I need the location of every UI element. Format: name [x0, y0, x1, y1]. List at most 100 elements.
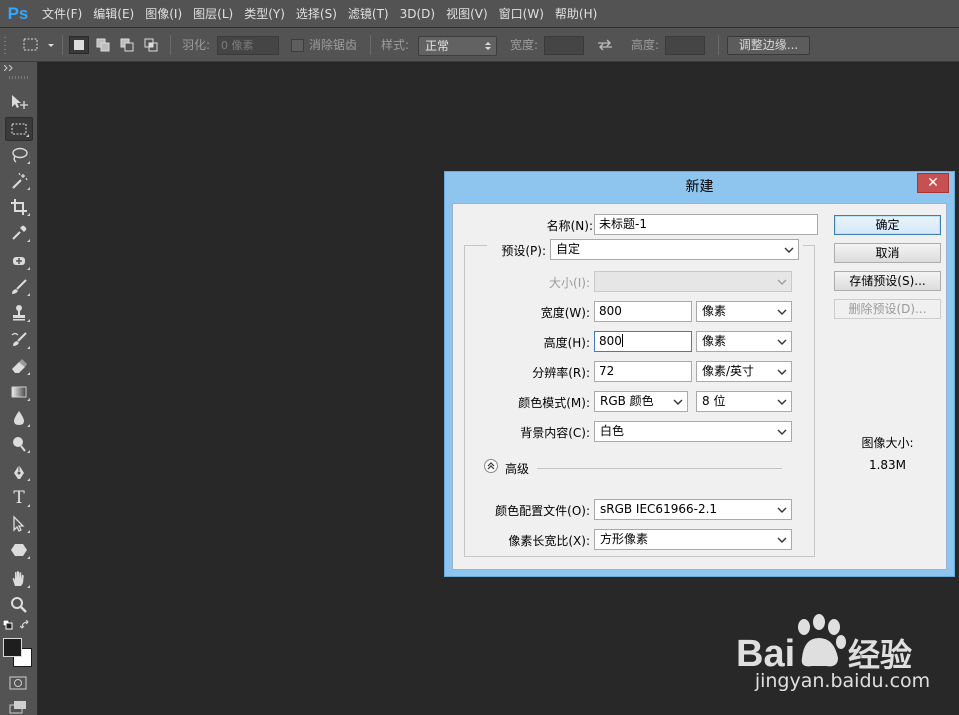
separator	[370, 35, 371, 55]
background-select[interactable]: 白色	[594, 421, 792, 442]
color-mode-select[interactable]: RGB 颜色	[594, 391, 688, 412]
style-select[interactable]: 正常	[418, 36, 497, 56]
history-brush-tool[interactable]	[5, 328, 33, 352]
chevron-up-icon	[487, 462, 495, 470]
menu-window[interactable]: 窗口(W)	[493, 0, 549, 28]
marquee-tool[interactable]	[5, 117, 33, 141]
save-preset-button[interactable]: 存储预设(S)...	[834, 271, 941, 291]
advanced-label: 高级	[505, 462, 530, 476]
lasso-tool[interactable]	[5, 143, 33, 167]
zoom-tool[interactable]	[5, 593, 33, 617]
svg-text:Bai: Bai	[736, 633, 795, 675]
menu-help[interactable]: 帮助(H)	[549, 0, 602, 28]
dropdown-arrow-icon	[784, 247, 794, 253]
eyedropper-tool-icon	[12, 225, 27, 240]
dropdown-arrow-icon	[777, 339, 787, 345]
path-selection-tool[interactable]	[5, 512, 33, 536]
default-colors-icon[interactable]	[3, 620, 13, 630]
new-selection-button[interactable]	[69, 36, 89, 54]
ok-button[interactable]: 确定	[834, 215, 941, 235]
height-unit-select[interactable]: 像素	[696, 331, 792, 352]
size-select[interactable]	[594, 271, 792, 292]
width-input[interactable]	[544, 36, 584, 55]
photoshop-logo: Ps	[7, 3, 29, 23]
color-mode-value: RGB 颜色	[600, 394, 654, 408]
height-value: 800	[599, 334, 622, 348]
menu-file[interactable]: 文件(F)	[36, 0, 87, 28]
tools-panel: T	[0, 62, 38, 715]
hand-tool[interactable]	[5, 567, 33, 591]
width-unit-select[interactable]: 像素	[696, 301, 792, 322]
foreground-color-swatch[interactable]	[3, 638, 22, 657]
subtract-selection-icon	[120, 38, 134, 52]
quick-mask-icon[interactable]	[9, 676, 27, 690]
gradient-tool[interactable]	[5, 380, 33, 404]
add-selection-button[interactable]	[93, 36, 113, 54]
menu-layer[interactable]: 图层(L)	[187, 0, 238, 28]
antialias-checkbox[interactable]	[291, 39, 304, 52]
dodge-tool-icon	[13, 437, 26, 452]
subtract-selection-button[interactable]	[117, 36, 137, 54]
dropdown-arrow-icon	[777, 279, 787, 285]
menu-filter[interactable]: 滤镜(T)	[342, 0, 394, 28]
close-button[interactable]: ✕	[917, 173, 949, 193]
feather-input[interactable]: 0 像素	[217, 36, 279, 55]
blur-tool[interactable]	[5, 406, 33, 430]
menu-type[interactable]: 类型(Y)	[238, 0, 290, 28]
height-input[interactable]	[665, 36, 705, 55]
dropdown-arrow-icon	[673, 399, 683, 405]
magic-wand-tool[interactable]	[5, 169, 33, 193]
tool-preset-picker[interactable]	[22, 28, 58, 62]
menu-edit[interactable]: 编辑(E)	[87, 0, 139, 28]
cancel-button[interactable]: 取消	[834, 243, 941, 263]
options-bar-grip[interactable]	[4, 28, 10, 62]
options-bar: 羽化: 0 像素 消除锯齿 样式: 正常 宽度: 高度: 调整边缘...	[0, 28, 959, 62]
history-brush-tool-icon	[11, 332, 27, 346]
brush-tool[interactable]	[5, 275, 33, 299]
shape-tool[interactable]	[5, 538, 33, 562]
refine-edge-button[interactable]: 调整边缘...	[727, 36, 810, 55]
watermark-url: jingyan.baidu.com	[754, 670, 931, 692]
screen-mode-icon[interactable]	[9, 700, 27, 714]
baidu-watermark: Bai 经验 jingyan.baidu.com	[730, 608, 955, 708]
width-input[interactable]: 800	[594, 301, 692, 322]
move-tool-icon	[12, 95, 28, 109]
name-input[interactable]: 未标题-1	[594, 214, 818, 235]
delete-preset-button[interactable]: 删除预设(D)...	[834, 299, 941, 319]
type-tool-icon: T	[13, 488, 25, 508]
name-label: 名称(N):	[546, 219, 593, 233]
healing-brush-tool[interactable]	[5, 249, 33, 273]
clone-stamp-tool[interactable]	[5, 301, 33, 325]
resolution-unit-select[interactable]: 像素/英寸	[696, 361, 792, 382]
bit-depth-select[interactable]: 8 位	[696, 391, 792, 412]
eyedropper-tool[interactable]	[5, 221, 33, 245]
height-input[interactable]: 800	[594, 331, 692, 352]
collapse-arrows-icon[interactable]	[4, 65, 16, 71]
dropdown-arrow-icon	[777, 537, 787, 543]
preset-label: 预设(P):	[501, 244, 546, 258]
menu-select[interactable]: 选择(S)	[290, 0, 342, 28]
color-profile-select[interactable]: sRGB IEC61966-2.1	[594, 499, 792, 520]
pixel-aspect-select[interactable]: 方形像素	[594, 529, 792, 550]
height-unit-value: 像素	[702, 334, 727, 348]
dodge-tool[interactable]	[5, 432, 33, 456]
intersect-selection-icon	[144, 38, 158, 52]
hand-tool-icon	[12, 571, 24, 586]
menu-image[interactable]: 图像(I)	[139, 0, 187, 28]
resolution-input[interactable]: 72	[594, 361, 692, 382]
menu-view[interactable]: 视图(V)	[440, 0, 493, 28]
panel-grip-icon[interactable]	[9, 76, 29, 80]
preset-select[interactable]: 自定	[550, 239, 799, 260]
swap-colors-icon[interactable]	[20, 620, 31, 630]
swap-dimensions-button[interactable]	[596, 28, 616, 62]
svg-text:经验: 经验	[848, 636, 912, 674]
crop-tool[interactable]	[5, 195, 33, 219]
preset-select-value: 自定	[556, 242, 581, 256]
eraser-tool[interactable]	[5, 354, 33, 378]
move-tool[interactable]	[5, 90, 33, 114]
intersect-selection-button[interactable]	[141, 36, 161, 54]
pen-tool[interactable]	[5, 460, 33, 484]
advanced-toggle-button[interactable]	[484, 459, 498, 473]
type-tool[interactable]: T	[5, 486, 33, 510]
menu-3d[interactable]: 3D(D)	[394, 0, 440, 28]
